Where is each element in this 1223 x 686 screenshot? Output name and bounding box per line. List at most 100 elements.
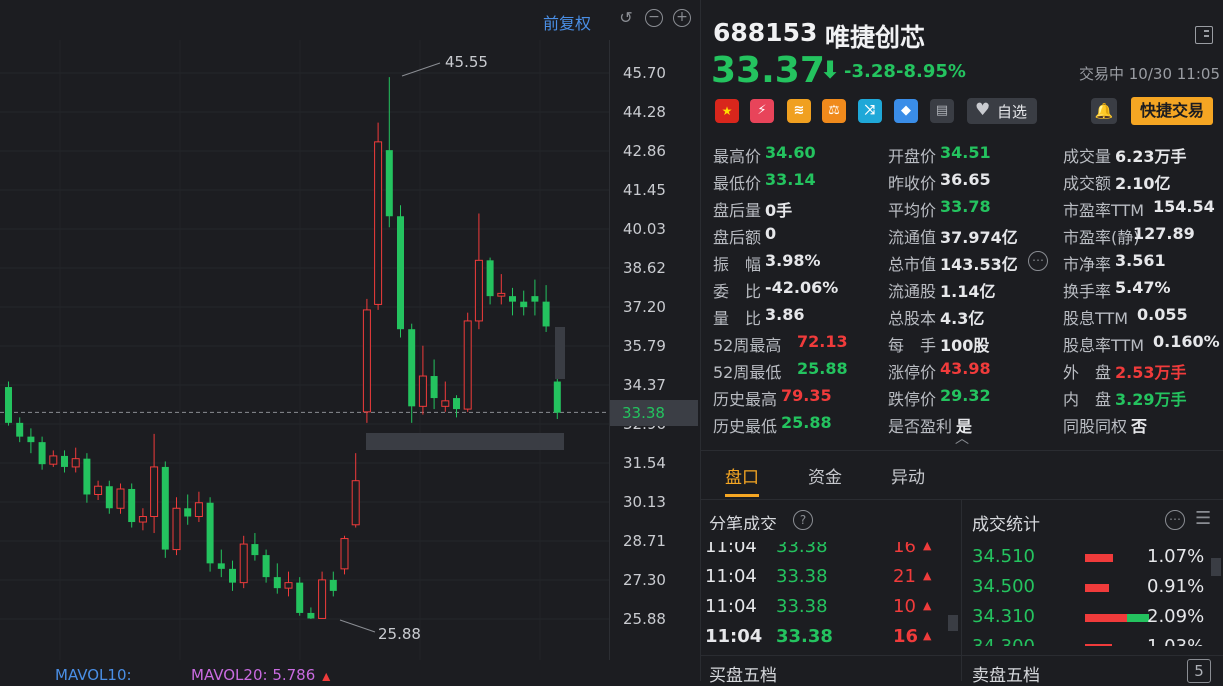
up-arrow-icon: ▲ bbox=[923, 599, 932, 612]
stat-value: 5.47% bbox=[1115, 278, 1171, 297]
lightning-icon[interactable]: ⚡ bbox=[750, 99, 774, 123]
candle-body bbox=[49, 455, 58, 465]
candle-body bbox=[239, 543, 248, 584]
more-circle-icon[interactable]: ⋯ bbox=[1028, 251, 1048, 271]
stat-value: 1.14亿 bbox=[940, 282, 996, 301]
candle-body bbox=[61, 455, 68, 467]
candle-body bbox=[463, 320, 472, 410]
list-menu-icon[interactable]: ☰ bbox=[1195, 508, 1211, 529]
stat-value: 3.29万手 bbox=[1115, 390, 1187, 409]
layout-toggle-icon[interactable] bbox=[1195, 26, 1213, 44]
candle-body bbox=[318, 579, 327, 619]
buy-five-levels[interactable]: 买盘五档 bbox=[709, 661, 777, 686]
stat-label: 平均价 bbox=[888, 201, 937, 220]
stat-value: 0手 bbox=[765, 201, 793, 220]
shuffle-icon[interactable]: ⤨ bbox=[858, 99, 882, 123]
collapse-chevron-icon[interactable]: ︿ bbox=[955, 428, 969, 448]
tick-price: 33.38 bbox=[776, 566, 828, 587]
tab-orderbook[interactable]: 盘口 bbox=[725, 463, 759, 488]
note-icon[interactable]: ▤ bbox=[930, 99, 954, 123]
deal-stats-title: 成交统计 bbox=[972, 515, 1040, 535]
tick-volume: 16 bbox=[893, 626, 919, 647]
candle-body bbox=[362, 309, 371, 413]
tag-icon[interactable]: ◆ bbox=[894, 99, 918, 123]
candlestick-chart[interactable]: 45.70 44.28 42.86 41.45 40.03 38.62 37.20 35.79… bbox=[0, 0, 698, 681]
deal-bar-red bbox=[1085, 584, 1109, 592]
stat-label: 最高价 bbox=[713, 147, 762, 166]
stat-value: 37.974亿 bbox=[940, 228, 1018, 247]
stock-name: 唯捷创芯 bbox=[825, 23, 926, 52]
candle-body bbox=[509, 296, 516, 302]
watchlist-button[interactable]: ♥ 自选 bbox=[967, 98, 1037, 124]
deal-bar-green bbox=[1127, 614, 1149, 622]
more-options-icon[interactable]: ⋯ bbox=[1165, 510, 1185, 530]
candle-body bbox=[128, 488, 136, 523]
candle-body bbox=[430, 376, 438, 399]
stat-label: 盘后量 bbox=[713, 201, 762, 220]
stat-label: 跌停价 bbox=[888, 390, 937, 409]
stat-value: 43.98 bbox=[940, 359, 991, 378]
candle-body bbox=[83, 458, 91, 495]
candle-body bbox=[441, 400, 450, 407]
candle-body bbox=[262, 555, 270, 578]
stat-label: 成交量 bbox=[1063, 147, 1112, 166]
watchlist-label: 自选 bbox=[997, 103, 1028, 121]
price-axis-label: 37.20 bbox=[623, 298, 666, 316]
sell-five-levels[interactable]: 卖盘五档 bbox=[972, 661, 1040, 686]
candle-body bbox=[553, 381, 561, 413]
stat-label: 成交额 bbox=[1063, 174, 1112, 193]
stat-value: 100股 bbox=[940, 336, 990, 355]
candle-body bbox=[116, 488, 125, 509]
candle-body bbox=[172, 507, 181, 551]
price-axis-label: 40.03 bbox=[623, 220, 666, 238]
price-gap-box bbox=[555, 327, 565, 379]
stat-label: 总市值 bbox=[888, 255, 937, 274]
candle-body bbox=[150, 466, 159, 518]
candle-body bbox=[38, 442, 46, 465]
kline-chart-panel[interactable]: 前复权 ↺ − + 45.70 44.28 42.86 41.45 40.03 38.62… bbox=[0, 0, 698, 684]
china-flag-icon[interactable]: ★ bbox=[715, 99, 739, 123]
up-arrow-icon: ▲ bbox=[923, 569, 932, 582]
mavol20-label: MAVOL20: 5.786 bbox=[191, 666, 316, 684]
tab-capital[interactable]: 资金 bbox=[808, 463, 842, 488]
candle-body bbox=[497, 292, 506, 297]
tab-events[interactable]: 异动 bbox=[891, 463, 925, 488]
stat-label: 股息TTM bbox=[1063, 309, 1129, 328]
candle-body bbox=[531, 296, 539, 302]
down-arrow-icon: ⬇ bbox=[820, 56, 841, 84]
stock-code: 688153 bbox=[713, 18, 818, 47]
ticks-clip-mask bbox=[701, 530, 961, 542]
deal-bar-red bbox=[1085, 614, 1127, 622]
candle-body bbox=[229, 568, 236, 583]
level-count-badge[interactable]: 5 bbox=[1187, 659, 1211, 683]
stat-value: 4.3亿 bbox=[940, 309, 985, 328]
price-axis-label: 28.71 bbox=[623, 532, 666, 550]
candle-body bbox=[329, 579, 337, 591]
bell-icon[interactable]: 🔔 bbox=[1091, 98, 1117, 124]
stat-label: 市盈率(静) bbox=[1063, 228, 1140, 247]
candle-body bbox=[161, 466, 169, 550]
stat-value: 143.53亿 bbox=[940, 255, 1018, 274]
stat-value: 25.88 bbox=[781, 413, 832, 432]
coins-icon[interactable]: ≋ bbox=[787, 99, 811, 123]
candle-body bbox=[307, 612, 315, 619]
stat-label: 市盈率TTM bbox=[1063, 201, 1145, 220]
candle-body bbox=[138, 516, 147, 523]
price-axis-label: 35.79 bbox=[623, 337, 666, 355]
tick-time: 11:04 bbox=[705, 596, 757, 617]
stat-value: 33.14 bbox=[765, 170, 816, 189]
stats-scrollbar[interactable] bbox=[1211, 558, 1221, 576]
price-axis-label: 30.13 bbox=[623, 493, 666, 511]
stat-value: 2.10亿 bbox=[1115, 174, 1171, 193]
candle-body bbox=[418, 375, 427, 407]
stat-label: 内 盘 bbox=[1063, 390, 1112, 409]
balance-icon[interactable]: ⚖ bbox=[822, 99, 846, 123]
stat-label: 涨停价 bbox=[888, 363, 937, 382]
help-circle-icon[interactable]: ? bbox=[793, 510, 813, 530]
tabs-bar bbox=[701, 450, 1223, 500]
stat-label: 52周最高 bbox=[713, 336, 782, 355]
stat-value: 79.35 bbox=[781, 386, 832, 405]
ticks-scrollbar[interactable] bbox=[948, 615, 958, 631]
current-price-tag: 33.38 bbox=[610, 400, 698, 426]
quick-trade-button[interactable]: 快捷交易 bbox=[1131, 97, 1213, 125]
